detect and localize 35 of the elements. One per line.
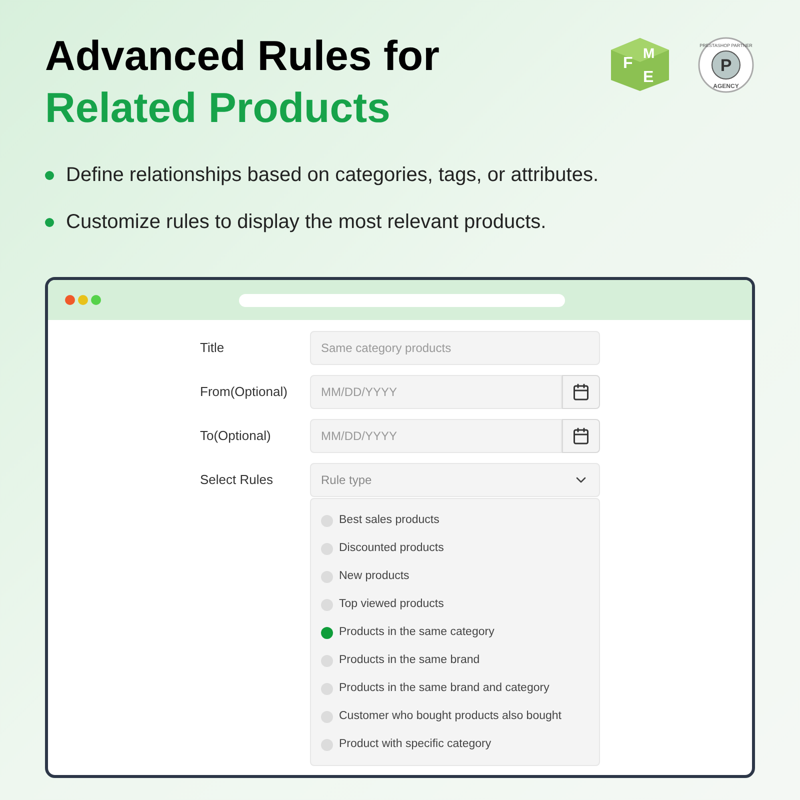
rule-option[interactable]: New products bbox=[339, 568, 410, 586]
radio-button[interactable] bbox=[321, 683, 333, 695]
field-label: Title bbox=[200, 339, 226, 358]
rule-option[interactable]: Customer who bought products also bought bbox=[339, 708, 562, 726]
rule-option[interactable]: Best sales products bbox=[339, 512, 440, 530]
rule-option[interactable]: Products in the same category bbox=[339, 624, 494, 642]
fme-logo: F M E bbox=[609, 36, 671, 92]
radio-button[interactable] bbox=[321, 739, 333, 751]
heading-line: Advanced Rules for bbox=[45, 31, 440, 81]
calendar-icon bbox=[572, 383, 590, 401]
field-label: To(Optional) bbox=[200, 427, 272, 446]
calendar-icon bbox=[572, 427, 590, 445]
rule-option[interactable]: Products in the same brand bbox=[339, 652, 480, 670]
rule-option[interactable]: Top viewed products bbox=[339, 596, 444, 614]
radio-button[interactable] bbox=[321, 599, 333, 611]
calendar-button[interactable] bbox=[562, 375, 600, 409]
field-label: From(Optional) bbox=[200, 383, 288, 402]
radio-button[interactable] bbox=[321, 711, 333, 723]
rule-option[interactable]: Discounted products bbox=[339, 540, 444, 558]
rule-option[interactable]: Products in the same brand and category bbox=[339, 680, 550, 698]
bullet-text: Define relationships based on categories, tags, or attributes. bbox=[66, 163, 599, 188]
date-field[interactable]: MM/DD/YYYY bbox=[310, 375, 562, 409]
input-field[interactable]: Same category products bbox=[310, 331, 600, 365]
radio-button[interactable] bbox=[321, 655, 333, 667]
radio-button[interactable] bbox=[321, 515, 333, 527]
calendar-button[interactable] bbox=[562, 419, 600, 453]
radio-button[interactable] bbox=[321, 543, 333, 555]
rule-option[interactable]: Product with specific category bbox=[339, 736, 492, 754]
radio-button[interactable] bbox=[321, 627, 333, 639]
heading-line: Related Products bbox=[45, 83, 392, 133]
radio-button[interactable] bbox=[321, 571, 333, 583]
date-field[interactable]: MM/DD/YYYY bbox=[310, 419, 562, 453]
address-bar[interactable] bbox=[239, 294, 565, 306]
field-label: Select Rules bbox=[200, 471, 274, 490]
bullet-text: Customize rules to display the most relevant products. bbox=[66, 210, 546, 235]
